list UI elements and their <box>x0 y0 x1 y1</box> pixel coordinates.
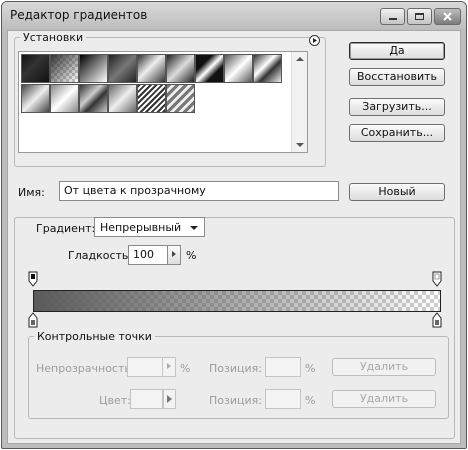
opacity-position-label: Позиция: <box>209 362 262 375</box>
close-icon <box>443 12 452 21</box>
minimize-icon <box>388 18 397 20</box>
smoothness-unit: % <box>186 249 197 262</box>
preset-swatch[interactable] <box>224 54 253 83</box>
preset-swatch[interactable] <box>79 54 108 83</box>
maximize-button[interactable] <box>407 8 432 25</box>
opacity-position-unit: % <box>305 362 316 375</box>
stop-opacity-field[interactable] <box>127 357 163 377</box>
stepper-arrow-icon <box>167 363 171 369</box>
arrow-right-icon <box>167 395 172 403</box>
preset-swatch[interactable] <box>166 54 195 83</box>
ok-button[interactable]: Да <box>349 42 445 60</box>
close-button[interactable] <box>434 8 461 25</box>
dialog-body: Установки Да Восстановить Загрузить... С… <box>7 30 461 444</box>
opacity-position-field[interactable] <box>265 357 301 377</box>
presets-scrollbar[interactable] <box>291 52 307 152</box>
stop-opacity-label: Непрозрачность: <box>36 362 135 375</box>
stop-color-swatch[interactable] <box>130 389 163 409</box>
opacity-stepper[interactable] <box>162 357 176 377</box>
smoothness-stepper[interactable] <box>167 245 181 265</box>
reset-button[interactable]: Восстановить <box>349 68 445 86</box>
preset-swatch[interactable] <box>137 54 166 83</box>
stop-color-label: Цвет: <box>99 394 131 407</box>
dropdown-arrow-icon <box>190 226 198 230</box>
preset-swatch[interactable] <box>108 84 137 113</box>
smoothness-label: Гладкость: <box>68 249 133 262</box>
stop-opacity-unit: % <box>180 362 191 375</box>
color-position-field[interactable] <box>265 389 301 409</box>
preset-swatch[interactable] <box>253 54 282 83</box>
preset-swatch[interactable] <box>166 84 195 113</box>
presets-menu-icon[interactable] <box>309 35 320 46</box>
presets-label: Установки <box>20 31 87 44</box>
delete-opacity-stop-button[interactable]: Удалить <box>332 358 436 376</box>
scroll-down-icon[interactable] <box>296 143 304 147</box>
gradient-type-value: Непрерывный <box>100 221 182 234</box>
color-stop-left[interactable] <box>28 312 38 328</box>
color-picker-button[interactable] <box>163 389 176 409</box>
name-label: Имя: <box>18 186 45 199</box>
preset-swatch[interactable] <box>21 84 50 113</box>
color-stop-right[interactable] <box>432 312 442 328</box>
presets-list <box>18 51 308 153</box>
gradient-preview-bar[interactable] <box>33 290 441 312</box>
gradient-type-label: Градиент: <box>33 222 99 235</box>
gradient-editor-window: Редактор градиентов Установки Да Восстан… <box>1 1 467 449</box>
preset-swatch[interactable] <box>195 54 224 83</box>
delete-color-stop-button[interactable]: Удалить <box>332 390 436 408</box>
preset-swatch[interactable] <box>108 54 137 83</box>
preset-swatch[interactable] <box>50 54 79 83</box>
preset-swatch[interactable] <box>79 84 108 113</box>
opacity-stop-left[interactable] <box>28 271 38 287</box>
opacity-stop-right[interactable] <box>432 271 442 287</box>
stops-label: Контрольные точки <box>34 330 155 343</box>
name-field[interactable]: От цвета к прозрачному <box>59 181 339 201</box>
preset-swatch[interactable] <box>50 84 79 113</box>
maximize-icon <box>415 13 424 20</box>
load-button[interactable]: Загрузить... <box>349 98 445 116</box>
window-title: Редактор градиентов <box>10 8 148 22</box>
stepper-arrow-icon <box>172 251 176 257</box>
save-button[interactable]: Сохранить... <box>349 124 445 142</box>
preset-swatch[interactable] <box>137 84 166 113</box>
smoothness-field[interactable]: 100 <box>128 245 168 265</box>
scroll-up-icon[interactable] <box>296 57 304 61</box>
gradient-type-select[interactable]: Непрерывный <box>94 217 205 237</box>
color-position-label: Позиция: <box>209 394 262 407</box>
new-button[interactable]: Новый <box>349 183 445 201</box>
color-position-unit: % <box>305 394 316 407</box>
preset-swatches <box>21 54 287 114</box>
minimize-button[interactable] <box>380 8 405 25</box>
title-bar: Редактор градиентов <box>2 2 466 30</box>
preset-swatch[interactable] <box>21 54 50 83</box>
